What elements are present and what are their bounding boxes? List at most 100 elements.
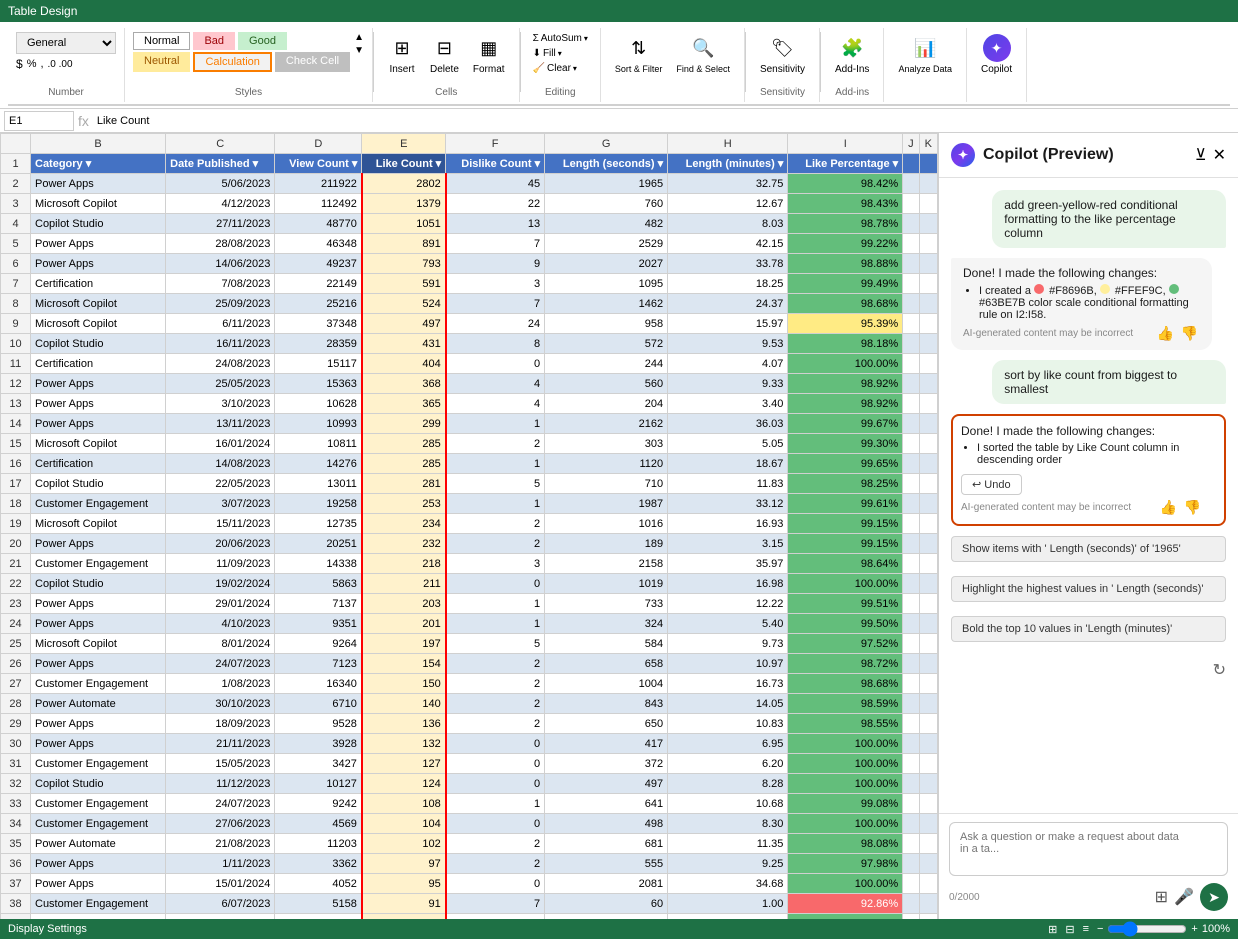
cell-category-28[interactable]: Power Automate: [31, 694, 166, 714]
cell-len-min-17[interactable]: 11.83: [668, 474, 788, 494]
cell-date-29[interactable]: 18/09/2023: [166, 714, 275, 734]
th-likes[interactable]: Like Count ▾: [362, 154, 446, 174]
cell-len-sec-5[interactable]: 2529: [545, 234, 668, 254]
cell-date-23[interactable]: 29/01/2024: [166, 594, 275, 614]
cell-views-37[interactable]: 4052: [275, 874, 362, 894]
col-header-e[interactable]: E: [362, 134, 446, 154]
cell-category-7[interactable]: Certification: [31, 274, 166, 294]
cell-len-sec-34[interactable]: 498: [545, 814, 668, 834]
display-settings[interactable]: Display Settings: [8, 923, 87, 935]
cell-likes-7[interactable]: 591: [362, 274, 446, 294]
cell-like-pct-32[interactable]: 100.00%: [788, 774, 903, 794]
cell-likes-13[interactable]: 365: [362, 394, 446, 414]
cell-likes-36[interactable]: 97: [362, 854, 446, 874]
cell-len-min-19[interactable]: 16.93: [668, 514, 788, 534]
copilot-close-button[interactable]: ✕: [1213, 145, 1226, 165]
cell-dislikes-22[interactable]: 0: [446, 574, 545, 594]
insert-button[interactable]: ⊞ Insert: [382, 32, 422, 77]
cell-len-min-28[interactable]: 14.05: [668, 694, 788, 714]
cell-views-31[interactable]: 3427: [275, 754, 362, 774]
cell-category-22[interactable]: Copilot Studio: [31, 574, 166, 594]
cell-len-sec-35[interactable]: 681: [545, 834, 668, 854]
cell-like-pct-21[interactable]: 98.64%: [788, 554, 903, 574]
cell-like-pct-19[interactable]: 99.15%: [788, 514, 903, 534]
cell-dislikes-14[interactable]: 1: [446, 414, 545, 434]
cell-category-30[interactable]: Power Apps: [31, 734, 166, 754]
cell-category-4[interactable]: Copilot Studio: [31, 214, 166, 234]
cell-views-17[interactable]: 13011: [275, 474, 362, 494]
cell-dislikes-37[interactable]: 0: [446, 874, 545, 894]
cell-len-min-8[interactable]: 24.37: [668, 294, 788, 314]
number-format-select[interactable]: General: [16, 32, 116, 54]
th-len-min[interactable]: Length (minutes) ▾: [668, 154, 788, 174]
cell-like-pct-5[interactable]: 99.22%: [788, 234, 903, 254]
cell-views-32[interactable]: 10127: [275, 774, 362, 794]
cell-len-min-24[interactable]: 5.40: [668, 614, 788, 634]
cell-len-min-21[interactable]: 35.97: [668, 554, 788, 574]
cell-dislikes-18[interactable]: 1: [446, 494, 545, 514]
cell-likes-29[interactable]: 136: [362, 714, 446, 734]
cell-len-min-14[interactable]: 36.03: [668, 414, 788, 434]
cell-like-pct-33[interactable]: 99.08%: [788, 794, 903, 814]
cell-len-sec-32[interactable]: 497: [545, 774, 668, 794]
cell-len-sec-39[interactable]: 395: [545, 914, 668, 920]
refresh-button[interactable]: ↻: [1213, 660, 1226, 680]
cell-len-sec-27[interactable]: 1004: [545, 674, 668, 694]
cell-category-18[interactable]: Customer Engagement: [31, 494, 166, 514]
cell-date-22[interactable]: 19/02/2024: [166, 574, 275, 594]
cell-likes-32[interactable]: 124: [362, 774, 446, 794]
cell-likes-12[interactable]: 368: [362, 374, 446, 394]
cell-likes-10[interactable]: 431: [362, 334, 446, 354]
cell-like-pct-11[interactable]: 100.00%: [788, 354, 903, 374]
cell-dislikes-26[interactable]: 2: [446, 654, 545, 674]
cell-category-37[interactable]: Power Apps: [31, 874, 166, 894]
cell-len-sec-19[interactable]: 1016: [545, 514, 668, 534]
cell-len-min-39[interactable]: 6.58: [668, 914, 788, 920]
cell-views-28[interactable]: 6710: [275, 694, 362, 714]
cell-views-34[interactable]: 4569: [275, 814, 362, 834]
cell-date-13[interactable]: 3/10/2023: [166, 394, 275, 414]
th-category[interactable]: Category ▾: [31, 154, 166, 174]
cell-len-sec-22[interactable]: 1019: [545, 574, 668, 594]
thumbup-1[interactable]: 👍: [1155, 323, 1176, 343]
th-views[interactable]: View Count ▾: [275, 154, 362, 174]
view-normal-icon[interactable]: ⊞: [1048, 923, 1057, 936]
cell-date-28[interactable]: 30/10/2023: [166, 694, 275, 714]
cell-len-sec-38[interactable]: 60: [545, 894, 668, 914]
cell-date-36[interactable]: 1/11/2023: [166, 854, 275, 874]
cell-category-12[interactable]: Power Apps: [31, 374, 166, 394]
cell-category-32[interactable]: Copilot Studio: [31, 774, 166, 794]
cell-len-sec-30[interactable]: 417: [545, 734, 668, 754]
cell-date-2[interactable]: 5/06/2023: [166, 174, 275, 194]
cell-views-35[interactable]: 11203: [275, 834, 362, 854]
cell-date-24[interactable]: 4/10/2023: [166, 614, 275, 634]
cell-date-26[interactable]: 24/07/2023: [166, 654, 275, 674]
cell-len-sec-16[interactable]: 1120: [545, 454, 668, 474]
cell-like-pct-20[interactable]: 99.15%: [788, 534, 903, 554]
cell-category-13[interactable]: Power Apps: [31, 394, 166, 414]
cell-date-4[interactable]: 27/11/2023: [166, 214, 275, 234]
cell-len-min-6[interactable]: 33.78: [668, 254, 788, 274]
cell-category-20[interactable]: Power Apps: [31, 534, 166, 554]
cell-like-pct-39[interactable]: 98.86%: [788, 914, 903, 920]
cell-like-pct-10[interactable]: 98.18%: [788, 334, 903, 354]
cell-date-38[interactable]: 6/07/2023: [166, 894, 275, 914]
cell-views-26[interactable]: 7123: [275, 654, 362, 674]
cell-category-19[interactable]: Microsoft Copilot: [31, 514, 166, 534]
cell-dislikes-34[interactable]: 0: [446, 814, 545, 834]
th-date[interactable]: Date Published ▾: [166, 154, 275, 174]
cell-len-sec-8[interactable]: 1462: [545, 294, 668, 314]
analyze-data-button[interactable]: 📊 Analyze Data: [892, 32, 958, 76]
cell-views-18[interactable]: 19258: [275, 494, 362, 514]
cell-len-min-30[interactable]: 6.95: [668, 734, 788, 754]
cell-date-39[interactable]: 1/05/2023: [166, 914, 275, 920]
cell-len-sec-20[interactable]: 189: [545, 534, 668, 554]
cell-len-sec-13[interactable]: 204: [545, 394, 668, 414]
cell-views-30[interactable]: 3928: [275, 734, 362, 754]
style-good[interactable]: Good: [238, 32, 287, 50]
cell-category-33[interactable]: Customer Engagement: [31, 794, 166, 814]
col-header-c[interactable]: C: [166, 134, 275, 154]
cell-dislikes-36[interactable]: 2: [446, 854, 545, 874]
delete-button[interactable]: ⊟ Delete: [424, 32, 465, 77]
cell-category-11[interactable]: Certification: [31, 354, 166, 374]
